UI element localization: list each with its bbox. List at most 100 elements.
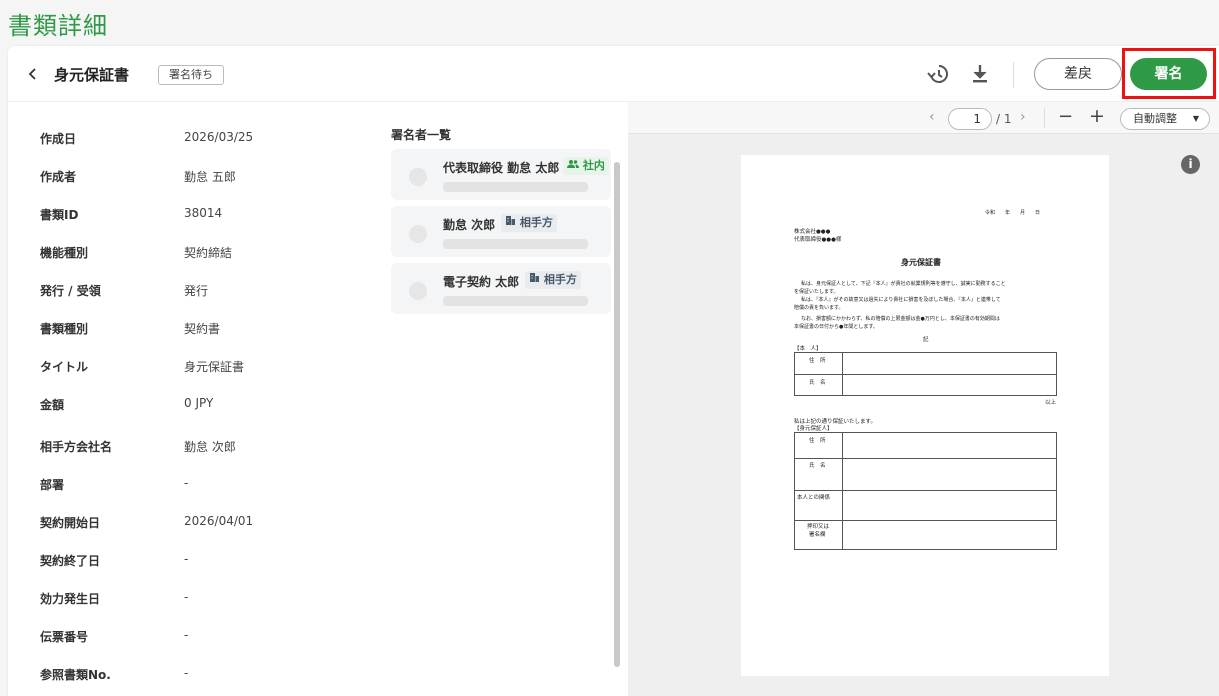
table-row-divider — [795, 374, 1056, 375]
doc-ijo: 以上 — [1045, 400, 1057, 406]
signer-item[interactable]: 電子契約 太郎 相手方 — [391, 263, 611, 314]
doc-section-person: 【本 人】 — [794, 346, 822, 352]
page-title: 書類詳細 — [8, 12, 108, 40]
signer-type-tag: 相手方 — [501, 214, 557, 232]
doc-addressee-person: 代表取締役●●●様 — [794, 237, 842, 243]
detail-label: 作成者 — [40, 170, 77, 184]
address-label: 住 所 — [809, 358, 826, 364]
avatar — [409, 225, 427, 243]
next-page-icon[interactable]: › — [1020, 109, 1026, 125]
detail-label: 契約開始日 — [40, 516, 101, 530]
signer-email-redacted — [443, 239, 588, 249]
seal-label: 署名欄 — [809, 532, 826, 538]
name-label: 氏 名 — [809, 463, 826, 469]
document-title: 身元保証書 — [54, 66, 130, 84]
signer-item[interactable]: 勤怠 次郎 相手方 — [391, 206, 611, 257]
info-icon[interactable]: i — [1181, 155, 1200, 174]
signer-name: 代表取締役 勤怠 太郎 — [443, 161, 560, 175]
signer-type-label: 社内 — [582, 159, 605, 172]
detail-label: 書類ID — [40, 208, 79, 222]
detail-label: 部署 — [40, 478, 65, 492]
detail-pane: 作成日 2026/03/25 作成者 勤怠 五郎 書類ID 38014 機能種別… — [8, 102, 620, 696]
detail-value: - — [184, 552, 189, 566]
detail-label: タイトル — [40, 360, 89, 374]
detail-value: 38014 — [184, 206, 223, 220]
detail-label: 書類種別 — [40, 322, 89, 336]
doc-paragraph: 賠償の責を負います。 — [794, 305, 844, 311]
toolbar-divider — [1013, 62, 1014, 88]
scrollbar[interactable] — [614, 162, 620, 667]
doc-paragraph: 私は、『本人』がその故意又は過失により貴社に損害を及ぼした場合、『本人』と連帯し… — [801, 297, 1001, 303]
zoom-select[interactable]: 自動調整 ▼ — [1120, 108, 1210, 130]
doc-addressee-company: 株式会社●●● — [794, 229, 831, 235]
detail-value: - — [184, 476, 189, 490]
name-label: 氏 名 — [809, 380, 826, 386]
detail-label: 相手方会社名 — [40, 440, 113, 454]
viewer-divider — [1044, 108, 1045, 128]
avatar — [409, 168, 427, 186]
detail-value: 勤怠 次郎 — [184, 440, 236, 454]
table-col-divider — [842, 353, 843, 395]
building-icon — [505, 216, 520, 229]
zoom-out-icon[interactable]: − — [1058, 106, 1073, 127]
prev-page-icon[interactable]: ‹ — [929, 109, 935, 125]
doc-paragraph: 私は、身元保証人として、下記『本人』が貴社の就業規則等を遵守し、誠実に勤務するこ… — [801, 281, 1006, 287]
page-total: / 1 — [996, 112, 1012, 126]
person-table: 住 所 氏 名 — [794, 352, 1057, 396]
chevron-down-icon: ▼ — [1192, 114, 1199, 123]
detail-value: - — [184, 590, 189, 604]
signer-type-label: 相手方 — [519, 216, 553, 229]
signer-type-tag: 相手方 — [525, 271, 581, 289]
doc-paragraph: を保証いたします。 — [794, 289, 839, 295]
doc-ki: 記 — [923, 337, 929, 343]
detail-value: 身元保証書 — [184, 360, 245, 374]
signer-email-redacted — [443, 182, 588, 192]
guarantor-table: 住 所 氏 名 本人との関係 押印又は 署名欄 — [794, 432, 1057, 550]
seal-label: 押印又は — [807, 524, 830, 530]
detail-label: 参照書類No. — [40, 668, 111, 682]
detail-value: - — [184, 628, 189, 642]
detail-label: 機能種別 — [40, 246, 89, 260]
doc-paragraph: なお、損害額にかかわらず、私の賠償の上限金額は金●万円とし、本保証書の有効期間は — [801, 316, 1000, 322]
table-row-divider — [795, 490, 1056, 491]
back-arrow-icon[interactable] — [26, 64, 40, 84]
download-icon[interactable] — [968, 62, 992, 86]
document-page: 令和 年 月 日 株式会社●●● 代表取締役●●●様 身元保証書 私は、身元保証… — [741, 155, 1109, 676]
detail-value: 2026/03/25 — [184, 130, 254, 144]
signer-item[interactable]: 代表取締役 勤怠 太郎 社内 — [391, 149, 611, 200]
signers-title: 署名者一覧 — [391, 128, 452, 142]
doc-section-guarantor: 【身元保証人】 — [794, 426, 833, 432]
detail-value: 契約締結 — [184, 246, 233, 260]
pdf-viewer: ‹ 1 / 1 › − + 自動調整 ▼ i 令和 年 月 日 株式会社●●● … — [628, 102, 1219, 696]
avatar — [409, 282, 427, 300]
doc-date-line: 令和 年 月 日 — [985, 210, 1041, 216]
detail-label: 金額 — [40, 398, 65, 412]
zoom-in-icon[interactable]: + — [1089, 105, 1105, 127]
table-row-divider — [795, 520, 1056, 521]
relation-label: 本人との関係 — [797, 495, 830, 501]
detail-value: - — [184, 666, 189, 680]
history-icon[interactable] — [926, 62, 950, 86]
doc-heading: 身元保証書 — [901, 258, 941, 267]
signer-name: 勤怠 次郎 — [443, 218, 496, 232]
detail-value: 発行 — [184, 284, 209, 298]
address-label: 住 所 — [809, 438, 826, 444]
table-row-divider — [795, 458, 1056, 459]
page-number-input[interactable]: 1 — [948, 108, 992, 130]
detail-label: 伝票番号 — [40, 630, 89, 644]
signer-name: 電子契約 太郎 — [443, 275, 520, 289]
signer-email-redacted — [443, 296, 588, 306]
return-button[interactable]: 差戻 — [1034, 58, 1122, 90]
table-col-divider — [842, 433, 843, 549]
detail-label: 発行 / 受領 — [40, 284, 101, 298]
detail-label: 効力発生日 — [40, 592, 101, 606]
building-icon — [529, 273, 544, 286]
sign-button[interactable]: 署名 — [1130, 58, 1207, 90]
detail-header: 身元保証書 署名待ち 差戻 署名 — [8, 46, 1219, 102]
detail-label: 作成日 — [40, 132, 77, 146]
status-badge: 署名待ち — [158, 65, 224, 85]
signer-type-label: 相手方 — [543, 273, 577, 286]
detail-label: 契約終了日 — [40, 554, 101, 568]
detail-value: 勤怠 五郎 — [184, 170, 236, 184]
doc-paragraph: 本保証書の日付から●年間とします。 — [794, 324, 878, 330]
